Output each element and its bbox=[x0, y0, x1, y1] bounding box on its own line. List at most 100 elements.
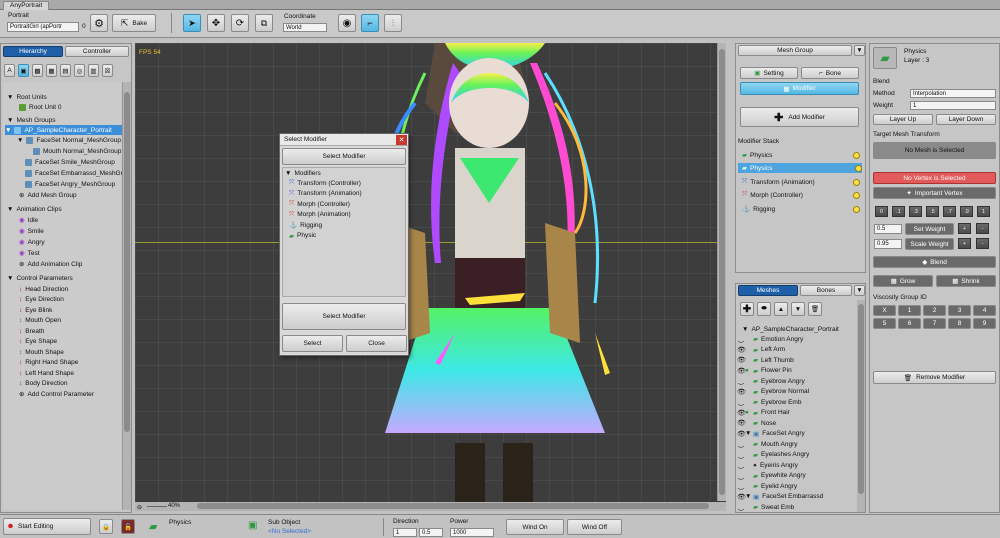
mesh-item[interactable]: ‿ ▰ Eyebrow Emb bbox=[737, 397, 801, 408]
mesh-group-item[interactable]: FaceSet Angry_MeshGroup bbox=[25, 179, 115, 189]
control-parameters-header[interactable]: ▼ Control Parameters bbox=[7, 273, 73, 283]
mesh-item[interactable]: 👁 ● ▰ Front Hair bbox=[737, 408, 790, 419]
root-filter-icon[interactable]: ▣ bbox=[18, 64, 29, 77]
modifiers-header[interactable]: ▼ Modifiers bbox=[285, 168, 321, 178]
mesh-item[interactable]: ‿ ● Eyeiris Angry bbox=[737, 460, 798, 471]
stack-item[interactable]: ⚓ Rigging bbox=[742, 204, 860, 214]
eye-closed-icon[interactable]: ‿ bbox=[737, 482, 745, 490]
onion-skin-button[interactable]: ◉ bbox=[338, 14, 356, 32]
bake-button[interactable]: ⇱ Bake bbox=[112, 14, 156, 32]
canvas-viewport[interactable]: FPS 54 ⊖ 40% bbox=[135, 43, 726, 511]
unlock-icon[interactable]: 🔓 bbox=[121, 519, 135, 534]
mesh-group-item[interactable]: 👁 ▼ ▣ FaceSet Embarrassd bbox=[737, 492, 823, 503]
weight-preset-button[interactable]: 0 bbox=[875, 206, 888, 217]
mesh-item[interactable]: ‿ ▰ Mouth Angry bbox=[737, 439, 797, 450]
bone-view-button[interactable]: ⌐ bbox=[361, 14, 379, 32]
eye-icon[interactable]: 👁 bbox=[737, 356, 746, 364]
add-modifier-button[interactable]: ✚ Add Modifier bbox=[740, 107, 859, 127]
eye-icon[interactable]: 👁 bbox=[737, 493, 746, 501]
mesh-item[interactable]: ‿ ▰ Sweat Emb bbox=[737, 502, 794, 513]
eye-closed-icon[interactable]: ‿ bbox=[737, 440, 745, 448]
mesh-item[interactable]: ‿ ▰ Eyelid Angry bbox=[737, 481, 797, 492]
move-up-icon[interactable]: ▲ bbox=[774, 302, 788, 316]
lightbulb-icon[interactable] bbox=[853, 205, 860, 213]
viscosity-button[interactable]: 8 bbox=[948, 318, 971, 329]
viscosity-button[interactable]: 9 bbox=[973, 318, 996, 329]
add-animation-clip-button[interactable]: ⊕ Add Animation Clip bbox=[19, 259, 82, 269]
eye-closed-icon[interactable]: ‿ bbox=[737, 335, 745, 343]
animation-item[interactable]: ◉ Smile bbox=[19, 226, 44, 236]
wind-off-button[interactable]: Wind Off bbox=[567, 519, 622, 535]
viscosity-button[interactable]: 5 bbox=[873, 318, 896, 329]
wind-on-button[interactable]: Wind On bbox=[506, 519, 564, 535]
trash-icon[interactable]: 🗑 bbox=[808, 302, 822, 316]
text-filter-icon[interactable]: A bbox=[4, 64, 15, 77]
mesh-item[interactable]: 👁 ▰ Left Thumb bbox=[737, 355, 794, 366]
scrollbar-thumb[interactable] bbox=[197, 503, 709, 509]
scale-weight-input[interactable]: 0.95 bbox=[874, 239, 902, 249]
mesh-root-item[interactable]: ▼ AP_SampleCharacter_Portrait bbox=[742, 324, 839, 334]
scrollbar-thumb[interactable] bbox=[124, 92, 130, 432]
mesh-group-item[interactable]: Mouth Normal_MeshGroup bbox=[33, 146, 121, 156]
viscosity-button[interactable]: 1 bbox=[898, 305, 921, 316]
tab-controller[interactable]: Controller bbox=[65, 46, 129, 57]
weight-minus-button[interactable]: - bbox=[976, 223, 989, 234]
param-item[interactable]: ↕ Eye Direction bbox=[19, 295, 64, 305]
eye-closed-icon[interactable]: ‿ bbox=[737, 451, 745, 459]
mesh-group-item[interactable]: ▼ FaceSet Normal_MeshGroup bbox=[17, 135, 121, 145]
portrait-select[interactable]: PortraitGirl (apPortr bbox=[7, 22, 79, 32]
mesh-item[interactable]: 👁 ▰ Left Arm bbox=[737, 345, 785, 356]
meshes-scrollbar[interactable] bbox=[857, 300, 865, 512]
viscosity-button[interactable]: 4 bbox=[973, 305, 996, 316]
eye-icon[interactable]: 👁 bbox=[737, 430, 746, 438]
lightbulb-icon[interactable] bbox=[853, 151, 860, 159]
direction-x-input[interactable]: 1 bbox=[393, 528, 417, 537]
set-weight-input[interactable]: 0.5 bbox=[874, 224, 902, 234]
param-filter-icon[interactable]: ▥ bbox=[88, 64, 99, 77]
scale-tool-button[interactable]: ⧉ bbox=[255, 14, 273, 32]
close-icon[interactable]: ✕ bbox=[396, 135, 407, 145]
mesh-view-button[interactable]: ⫶ bbox=[384, 14, 402, 32]
eye-closed-icon[interactable]: ‿ bbox=[737, 461, 745, 469]
viewport-horizontal-scrollbar[interactable]: ⊖ 40% bbox=[135, 502, 726, 511]
weight-preset-button[interactable]: .1 bbox=[892, 206, 905, 217]
set-weight-button[interactable]: Set Weight bbox=[905, 223, 954, 235]
weight-preset-button[interactable]: 1 bbox=[977, 206, 990, 217]
param-item[interactable]: ↕ Head Direction bbox=[19, 284, 68, 294]
mesh-item[interactable]: 👁 ▰ Eyebrow Normal bbox=[737, 387, 809, 398]
eye-closed-icon[interactable]: ‿ bbox=[737, 503, 745, 511]
rotate-tool-button[interactable]: ⟳ bbox=[231, 14, 249, 32]
param-item[interactable]: ↕ Eye Shape bbox=[19, 337, 57, 347]
scale-weight-button[interactable]: Scale Weight bbox=[905, 238, 954, 250]
mesh-group-item[interactable]: ▼ AP_SampleCharacter_Portrait bbox=[5, 125, 129, 135]
clear-filter-icon[interactable]: ☒ bbox=[102, 64, 113, 77]
eye-closed-icon[interactable]: ‿ bbox=[737, 398, 745, 406]
eye-icon[interactable]: 👁 bbox=[737, 409, 746, 417]
param-item[interactable]: ↕ Eye Blink bbox=[19, 305, 52, 315]
stack-item[interactable]: ⤧ Morph (Controller) bbox=[742, 190, 860, 200]
layer-down-button[interactable]: Layer Down bbox=[936, 114, 996, 125]
modifier-option[interactable]: ⤧ Morph (Controller) bbox=[289, 199, 350, 209]
layer-icon[interactable]: ⬬ bbox=[757, 302, 771, 316]
mesh-group-item[interactable]: FaceSet Smile_MeshGroup bbox=[25, 157, 115, 167]
animation-clips-header[interactable]: ▼ Animation Clips bbox=[7, 204, 62, 214]
tab-bones[interactable]: Bones bbox=[800, 285, 852, 296]
scale-plus-button[interactable]: + bbox=[958, 238, 971, 249]
image-filter-icon[interactable]: ▩ bbox=[32, 64, 43, 77]
stack-item[interactable]: ▰ Physics bbox=[742, 150, 860, 160]
direction-y-input[interactable]: 0.5 bbox=[419, 528, 443, 537]
viscosity-button[interactable]: 6 bbox=[898, 318, 921, 329]
settings-button[interactable]: ⚙ bbox=[90, 14, 108, 32]
weight-preset-button[interactable]: .9 bbox=[960, 206, 973, 217]
mesh-filter-icon[interactable]: ▦ bbox=[46, 64, 57, 77]
weight-input[interactable]: 1 bbox=[910, 101, 996, 110]
mesh-item[interactable]: ‿ ▰ Eyewhite Angry bbox=[737, 471, 806, 482]
root-units-header[interactable]: ▼ Root Units bbox=[7, 92, 47, 102]
grow-button[interactable]: ▦ Grow bbox=[873, 275, 933, 287]
select-button[interactable]: Select bbox=[282, 335, 343, 352]
panel-menu-button[interactable]: ▼ bbox=[854, 45, 865, 56]
coordinate-select[interactable]: World bbox=[283, 23, 327, 32]
modifier-option[interactable]: ⤧ Transform (Animation) bbox=[289, 189, 362, 199]
eye-icon[interactable]: 👁 bbox=[737, 388, 746, 396]
animation-filter-icon[interactable]: ◎ bbox=[74, 64, 85, 77]
